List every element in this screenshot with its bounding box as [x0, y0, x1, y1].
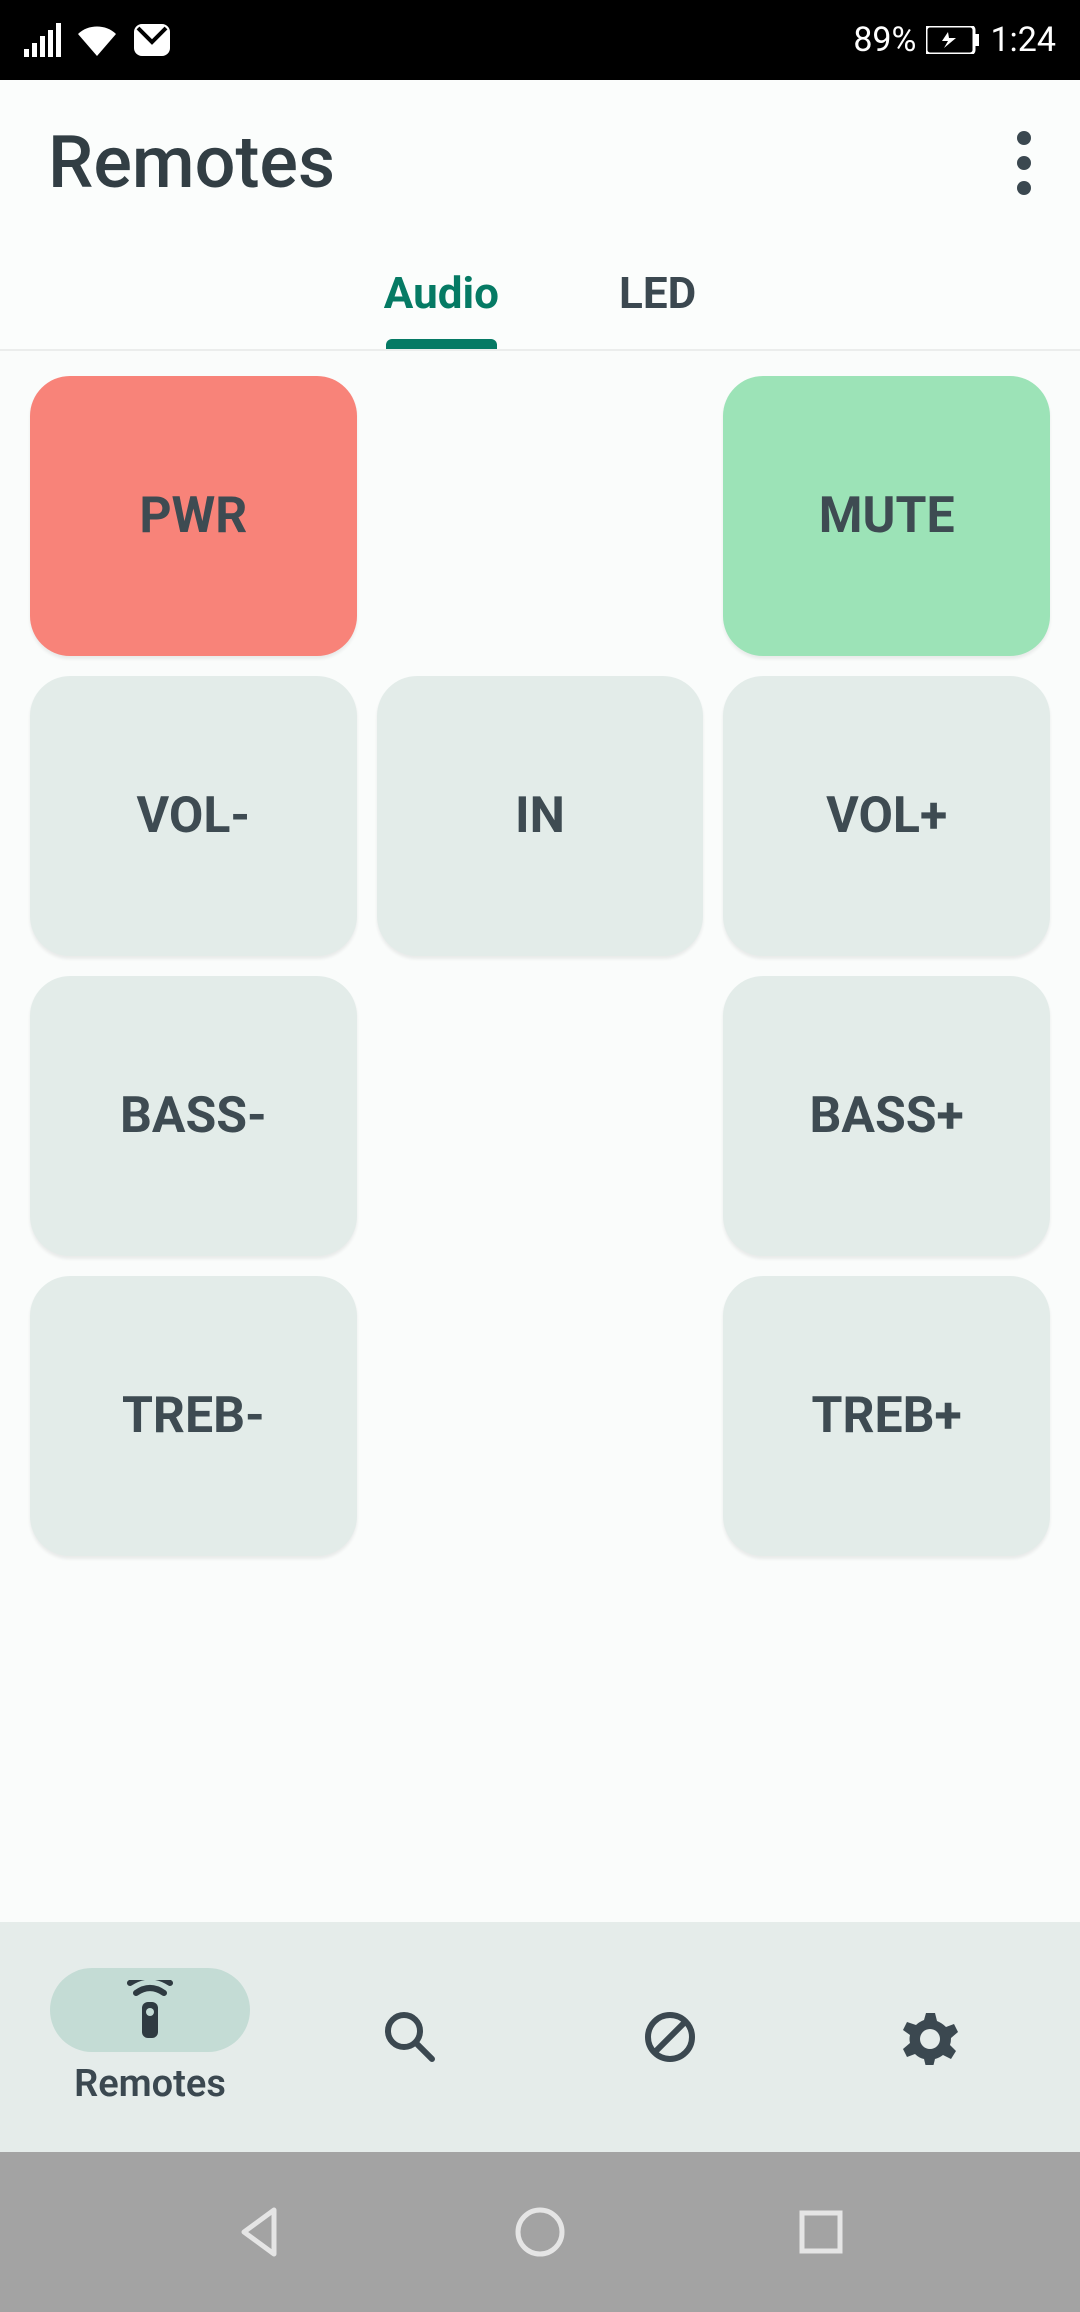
app-header: Remotes: [0, 80, 1080, 249]
input-button[interactable]: IN: [377, 676, 704, 956]
home-icon[interactable]: [514, 2206, 566, 2258]
nav-block[interactable]: [570, 1995, 770, 2079]
search-icon: [382, 2009, 438, 2065]
remote-icon: [127, 1980, 173, 2040]
mute-button[interactable]: MUTE: [723, 376, 1050, 656]
block-icon: [642, 2009, 698, 2065]
back-icon[interactable]: [236, 2206, 282, 2258]
bass-down-button[interactable]: BASS-: [30, 976, 357, 1256]
tab-audio[interactable]: Audio: [384, 249, 499, 349]
volume-down-button[interactable]: VOL-: [30, 676, 357, 956]
tabs: Audio LED: [0, 249, 1080, 351]
signal-icon: [24, 23, 62, 57]
bottom-nav: Remotes: [0, 1922, 1080, 2152]
treble-down-button[interactable]: TREB-: [30, 1276, 357, 1556]
battery-icon: [926, 26, 980, 54]
tab-led[interactable]: LED: [619, 249, 696, 349]
nav-remotes-label: Remotes: [74, 2062, 226, 2106]
nav-search[interactable]: [310, 1995, 510, 2079]
battery-percent: 89%: [853, 20, 916, 60]
remote-button-grid: PWR MUTE VOL- IN VOL+ BASS- BASS+ TREB- …: [0, 351, 1080, 1556]
treble-up-button[interactable]: TREB+: [723, 1276, 1050, 1556]
overflow-menu-icon[interactable]: [1016, 130, 1032, 196]
gear-icon: [902, 2009, 958, 2065]
system-nav: [0, 2152, 1080, 2312]
nav-settings[interactable]: [830, 1995, 1030, 2079]
status-left: [24, 22, 172, 58]
status-time: 1:24: [990, 20, 1056, 60]
status-bar: 89% 1:24: [0, 0, 1080, 80]
power-button[interactable]: PWR: [30, 376, 357, 656]
status-right: 89% 1:24: [853, 20, 1056, 60]
bass-up-button[interactable]: BASS+: [723, 976, 1050, 1256]
nav-remotes[interactable]: Remotes: [50, 1968, 250, 2106]
page-title: Remotes: [48, 120, 335, 205]
wifi-icon: [76, 24, 118, 56]
recents-icon[interactable]: [798, 2209, 844, 2255]
volume-up-button[interactable]: VOL+: [723, 676, 1050, 956]
mail-icon: [132, 22, 172, 58]
